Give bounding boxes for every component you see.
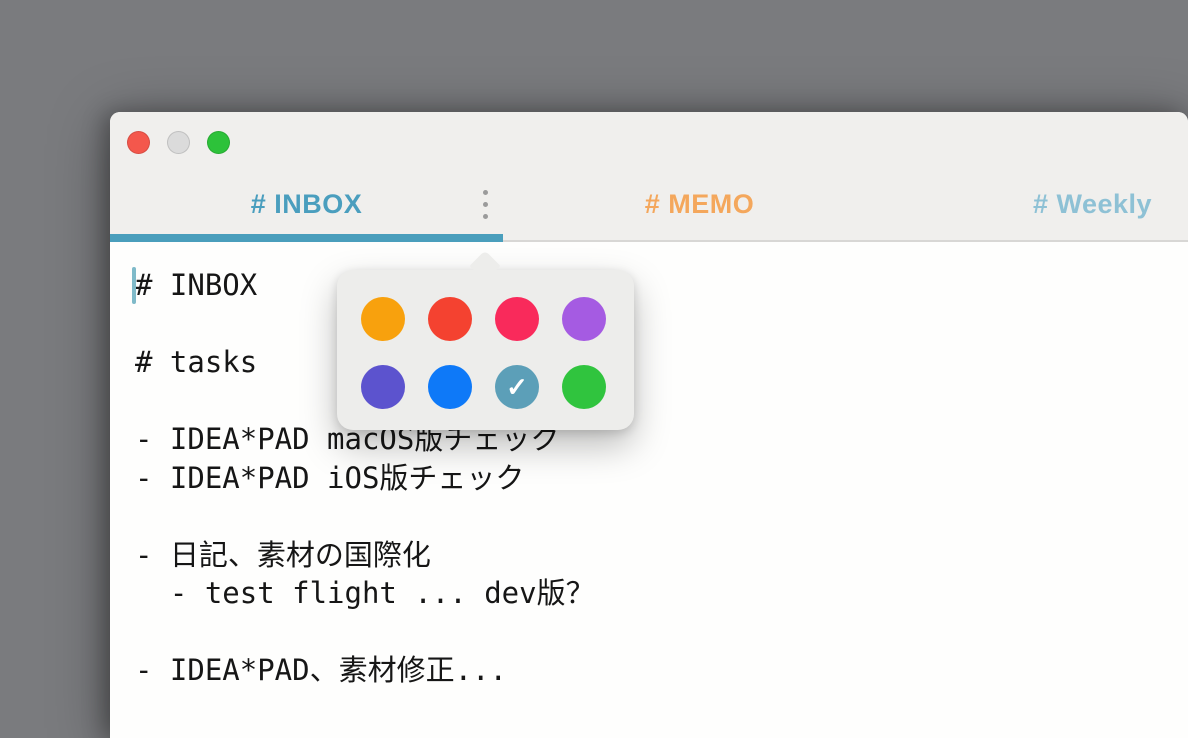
editor-line: - IDEA*PAD、素材修正... xyxy=(135,651,1188,690)
color-picker-popover: ✓ xyxy=(337,270,634,430)
tab-inbox[interactable]: # INBOX xyxy=(110,170,503,238)
app-window: # INBOX # MEMO # Weekly # INBOX # tasks - … xyxy=(110,112,1188,738)
zoom-button[interactable] xyxy=(207,131,230,154)
window-header: # INBOX # MEMO # Weekly xyxy=(110,112,1188,242)
color-swatch-red[interactable] xyxy=(428,297,472,341)
color-swatch-blue[interactable] xyxy=(428,365,472,409)
check-icon: ✓ xyxy=(506,372,528,403)
editor-line: - 日記、素材の国際化 xyxy=(135,536,1188,575)
tab-options-button[interactable] xyxy=(473,184,497,224)
vertical-ellipsis-icon xyxy=(483,214,488,219)
color-swatch-teal[interactable]: ✓ xyxy=(495,365,539,409)
color-swatch-green[interactable] xyxy=(562,365,606,409)
color-swatch-pink[interactable] xyxy=(495,297,539,341)
tab-bar: # INBOX # MEMO # Weekly xyxy=(110,170,1188,238)
editor-line: - IDEA*PAD macOS版チェック xyxy=(135,420,1188,459)
color-swatch-orange[interactable] xyxy=(361,297,405,341)
tab-label: # MEMO xyxy=(645,189,755,220)
vertical-ellipsis-icon xyxy=(483,190,488,195)
editor-line xyxy=(135,613,1188,652)
tab-label: # Weekly xyxy=(1033,189,1152,220)
active-tab-underline xyxy=(110,234,503,242)
vertical-ellipsis-icon xyxy=(483,202,488,207)
text-cursor xyxy=(132,267,136,304)
editor-line xyxy=(135,382,1188,421)
editor-line xyxy=(135,497,1188,536)
minimize-button[interactable] xyxy=(167,131,190,154)
desktop-background: { "window": { "traffic_lights": [ { "nam… xyxy=(0,0,1188,738)
tab-weekly[interactable]: # Weekly xyxy=(896,170,1188,238)
editor-line: # INBOX xyxy=(135,266,1188,305)
tab-memo[interactable]: # MEMO xyxy=(503,170,896,238)
editor-line: # tasks xyxy=(135,343,1188,382)
editor-pane[interactable]: # INBOX# tasks- IDEA*PAD macOS版チェック- IDE… xyxy=(110,242,1188,738)
editor-line: - IDEA*PAD iOS版チェック xyxy=(135,459,1188,498)
tab-label: # INBOX xyxy=(251,189,363,220)
traffic-lights xyxy=(127,131,230,154)
color-swatch-purple[interactable] xyxy=(562,297,606,341)
editor-line xyxy=(135,305,1188,344)
editor-line: - test flight ... dev版？ xyxy=(135,574,1188,613)
close-button[interactable] xyxy=(127,131,150,154)
editor-lines: # INBOX# tasks- IDEA*PAD macOS版チェック- IDE… xyxy=(110,242,1188,690)
color-swatch-indigo[interactable] xyxy=(361,365,405,409)
color-swatch-grid: ✓ xyxy=(337,270,634,409)
